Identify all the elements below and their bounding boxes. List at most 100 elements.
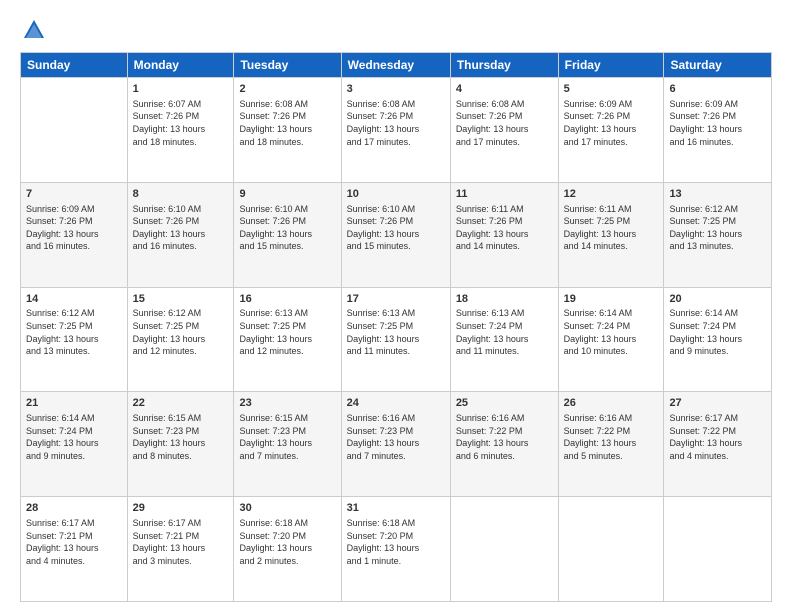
calendar-cell: 17Sunrise: 6:13 AM Sunset: 7:25 PM Dayli… [341,287,450,392]
column-header-saturday: Saturday [664,53,772,78]
day-number: 29 [133,501,229,516]
calendar-cell: 27Sunrise: 6:17 AM Sunset: 7:22 PM Dayli… [664,392,772,497]
calendar-cell: 7Sunrise: 6:09 AM Sunset: 7:26 PM Daylig… [21,182,128,287]
calendar-cell: 15Sunrise: 6:12 AM Sunset: 7:25 PM Dayli… [127,287,234,392]
day-number: 1 [133,82,229,97]
day-number: 6 [669,82,766,97]
page: SundayMondayTuesdayWednesdayThursdayFrid… [0,0,792,612]
day-info: Sunrise: 6:13 AM Sunset: 7:25 PM Dayligh… [239,307,335,357]
calendar-week-4: 21Sunrise: 6:14 AM Sunset: 7:24 PM Dayli… [21,392,772,497]
calendar-cell [664,497,772,602]
calendar-cell: 8Sunrise: 6:10 AM Sunset: 7:26 PM Daylig… [127,182,234,287]
day-info: Sunrise: 6:12 AM Sunset: 7:25 PM Dayligh… [669,203,766,253]
calendar-cell: 31Sunrise: 6:18 AM Sunset: 7:20 PM Dayli… [341,497,450,602]
day-info: Sunrise: 6:11 AM Sunset: 7:26 PM Dayligh… [456,203,553,253]
day-info: Sunrise: 6:08 AM Sunset: 7:26 PM Dayligh… [239,98,335,148]
day-number: 22 [133,396,229,411]
column-header-monday: Monday [127,53,234,78]
day-number: 7 [26,187,122,202]
day-info: Sunrise: 6:12 AM Sunset: 7:25 PM Dayligh… [133,307,229,357]
day-number: 25 [456,396,553,411]
day-info: Sunrise: 6:09 AM Sunset: 7:26 PM Dayligh… [564,98,659,148]
calendar-cell: 4Sunrise: 6:08 AM Sunset: 7:26 PM Daylig… [450,78,558,183]
calendar-cell: 14Sunrise: 6:12 AM Sunset: 7:25 PM Dayli… [21,287,128,392]
day-info: Sunrise: 6:14 AM Sunset: 7:24 PM Dayligh… [669,307,766,357]
day-number: 18 [456,292,553,307]
day-info: Sunrise: 6:16 AM Sunset: 7:23 PM Dayligh… [347,412,445,462]
day-info: Sunrise: 6:13 AM Sunset: 7:24 PM Dayligh… [456,307,553,357]
day-info: Sunrise: 6:15 AM Sunset: 7:23 PM Dayligh… [133,412,229,462]
calendar-cell: 29Sunrise: 6:17 AM Sunset: 7:21 PM Dayli… [127,497,234,602]
logo [20,16,52,44]
day-number: 5 [564,82,659,97]
calendar-table: SundayMondayTuesdayWednesdayThursdayFrid… [20,52,772,602]
day-info: Sunrise: 6:15 AM Sunset: 7:23 PM Dayligh… [239,412,335,462]
day-number: 17 [347,292,445,307]
calendar-cell: 26Sunrise: 6:16 AM Sunset: 7:22 PM Dayli… [558,392,664,497]
day-info: Sunrise: 6:14 AM Sunset: 7:24 PM Dayligh… [564,307,659,357]
day-info: Sunrise: 6:07 AM Sunset: 7:26 PM Dayligh… [133,98,229,148]
calendar-cell: 23Sunrise: 6:15 AM Sunset: 7:23 PM Dayli… [234,392,341,497]
day-info: Sunrise: 6:16 AM Sunset: 7:22 PM Dayligh… [564,412,659,462]
calendar-cell: 10Sunrise: 6:10 AM Sunset: 7:26 PM Dayli… [341,182,450,287]
calendar-week-1: 1Sunrise: 6:07 AM Sunset: 7:26 PM Daylig… [21,78,772,183]
day-number: 30 [239,501,335,516]
calendar-cell: 6Sunrise: 6:09 AM Sunset: 7:26 PM Daylig… [664,78,772,183]
day-info: Sunrise: 6:13 AM Sunset: 7:25 PM Dayligh… [347,307,445,357]
day-info: Sunrise: 6:10 AM Sunset: 7:26 PM Dayligh… [133,203,229,253]
day-info: Sunrise: 6:09 AM Sunset: 7:26 PM Dayligh… [26,203,122,253]
day-info: Sunrise: 6:10 AM Sunset: 7:26 PM Dayligh… [347,203,445,253]
day-info: Sunrise: 6:18 AM Sunset: 7:20 PM Dayligh… [347,517,445,567]
calendar-cell [558,497,664,602]
day-number: 8 [133,187,229,202]
day-info: Sunrise: 6:11 AM Sunset: 7:25 PM Dayligh… [564,203,659,253]
day-info: Sunrise: 6:08 AM Sunset: 7:26 PM Dayligh… [347,98,445,148]
day-number: 9 [239,187,335,202]
calendar-cell: 3Sunrise: 6:08 AM Sunset: 7:26 PM Daylig… [341,78,450,183]
column-header-sunday: Sunday [21,53,128,78]
day-number: 31 [347,501,445,516]
calendar-cell: 11Sunrise: 6:11 AM Sunset: 7:26 PM Dayli… [450,182,558,287]
day-info: Sunrise: 6:09 AM Sunset: 7:26 PM Dayligh… [669,98,766,148]
calendar-cell: 12Sunrise: 6:11 AM Sunset: 7:25 PM Dayli… [558,182,664,287]
calendar-cell: 19Sunrise: 6:14 AM Sunset: 7:24 PM Dayli… [558,287,664,392]
day-info: Sunrise: 6:17 AM Sunset: 7:21 PM Dayligh… [133,517,229,567]
day-number: 2 [239,82,335,97]
column-header-thursday: Thursday [450,53,558,78]
day-info: Sunrise: 6:12 AM Sunset: 7:25 PM Dayligh… [26,307,122,357]
day-info: Sunrise: 6:08 AM Sunset: 7:26 PM Dayligh… [456,98,553,148]
day-number: 13 [669,187,766,202]
calendar-cell: 20Sunrise: 6:14 AM Sunset: 7:24 PM Dayli… [664,287,772,392]
calendar-week-3: 14Sunrise: 6:12 AM Sunset: 7:25 PM Dayli… [21,287,772,392]
calendar-cell: 1Sunrise: 6:07 AM Sunset: 7:26 PM Daylig… [127,78,234,183]
day-number: 14 [26,292,122,307]
day-info: Sunrise: 6:10 AM Sunset: 7:26 PM Dayligh… [239,203,335,253]
calendar-cell: 9Sunrise: 6:10 AM Sunset: 7:26 PM Daylig… [234,182,341,287]
day-info: Sunrise: 6:17 AM Sunset: 7:21 PM Dayligh… [26,517,122,567]
calendar-header-row: SundayMondayTuesdayWednesdayThursdayFrid… [21,53,772,78]
day-number: 15 [133,292,229,307]
calendar-week-5: 28Sunrise: 6:17 AM Sunset: 7:21 PM Dayli… [21,497,772,602]
day-number: 4 [456,82,553,97]
day-number: 20 [669,292,766,307]
day-number: 21 [26,396,122,411]
day-number: 28 [26,501,122,516]
calendar-cell: 21Sunrise: 6:14 AM Sunset: 7:24 PM Dayli… [21,392,128,497]
header [20,16,772,44]
calendar-week-2: 7Sunrise: 6:09 AM Sunset: 7:26 PM Daylig… [21,182,772,287]
logo-icon [20,16,48,44]
day-number: 12 [564,187,659,202]
calendar-cell: 25Sunrise: 6:16 AM Sunset: 7:22 PM Dayli… [450,392,558,497]
day-number: 10 [347,187,445,202]
day-info: Sunrise: 6:18 AM Sunset: 7:20 PM Dayligh… [239,517,335,567]
day-number: 3 [347,82,445,97]
calendar-cell: 24Sunrise: 6:16 AM Sunset: 7:23 PM Dayli… [341,392,450,497]
column-header-friday: Friday [558,53,664,78]
calendar-cell: 30Sunrise: 6:18 AM Sunset: 7:20 PM Dayli… [234,497,341,602]
day-info: Sunrise: 6:16 AM Sunset: 7:22 PM Dayligh… [456,412,553,462]
day-number: 27 [669,396,766,411]
day-number: 11 [456,187,553,202]
day-number: 19 [564,292,659,307]
calendar-cell: 18Sunrise: 6:13 AM Sunset: 7:24 PM Dayli… [450,287,558,392]
calendar-cell: 2Sunrise: 6:08 AM Sunset: 7:26 PM Daylig… [234,78,341,183]
